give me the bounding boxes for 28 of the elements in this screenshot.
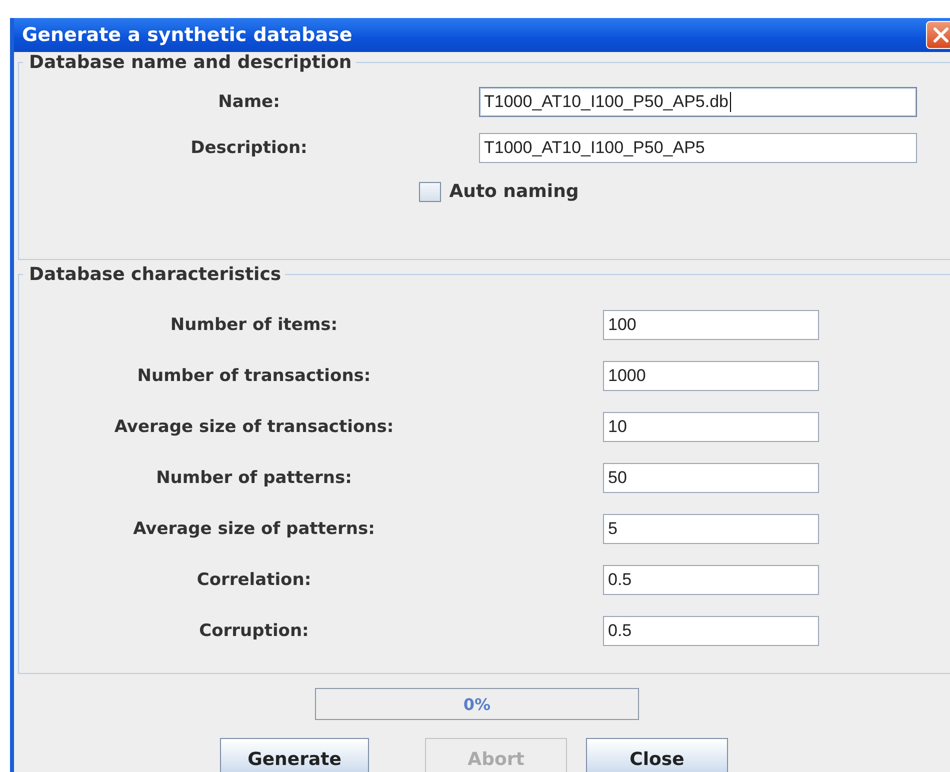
text-field[interactable]: T1000_AT10_I100_P50_AP5 bbox=[479, 133, 917, 163]
field-label: Corruption: bbox=[198, 620, 310, 640]
close-icon bbox=[931, 25, 950, 45]
progress-text: 0% bbox=[463, 694, 491, 714]
field-label: Average size of patterns: bbox=[132, 518, 376, 538]
field-label: Number of transactions: bbox=[136, 366, 372, 386]
field-label: Correlation: bbox=[196, 570, 312, 590]
field-label: Name: bbox=[217, 92, 281, 112]
field-label: Number of patterns: bbox=[155, 468, 353, 488]
text-field[interactable]: 5 bbox=[603, 514, 819, 544]
dialog-button[interactable]: Close bbox=[586, 738, 728, 772]
checkbox-label: Auto naming bbox=[449, 181, 579, 202]
checkbox[interactable] bbox=[419, 182, 442, 202]
dialog-button[interactable]: Generate bbox=[220, 738, 369, 772]
group-legend: Database characteristics bbox=[23, 264, 286, 285]
text-field[interactable]: 10 bbox=[603, 412, 819, 442]
text-field[interactable]: 0.5 bbox=[603, 616, 819, 646]
text-field[interactable]: 0.5 bbox=[603, 564, 819, 594]
group-legend: Database name and description bbox=[23, 52, 356, 73]
text-field[interactable]: 50 bbox=[603, 462, 819, 492]
window-title: Generate a synthetic database bbox=[22, 24, 352, 46]
text-field[interactable]: T1000_AT10_I100_P50_AP5.db bbox=[479, 87, 917, 117]
field-label: Average size of transactions: bbox=[113, 416, 395, 436]
field-label: Description: bbox=[190, 138, 308, 158]
text-field[interactable]: 100 bbox=[603, 310, 819, 340]
close-button[interactable] bbox=[926, 21, 950, 49]
field-label: Number of items: bbox=[169, 314, 339, 334]
text-field[interactable]: 1000 bbox=[603, 360, 819, 390]
